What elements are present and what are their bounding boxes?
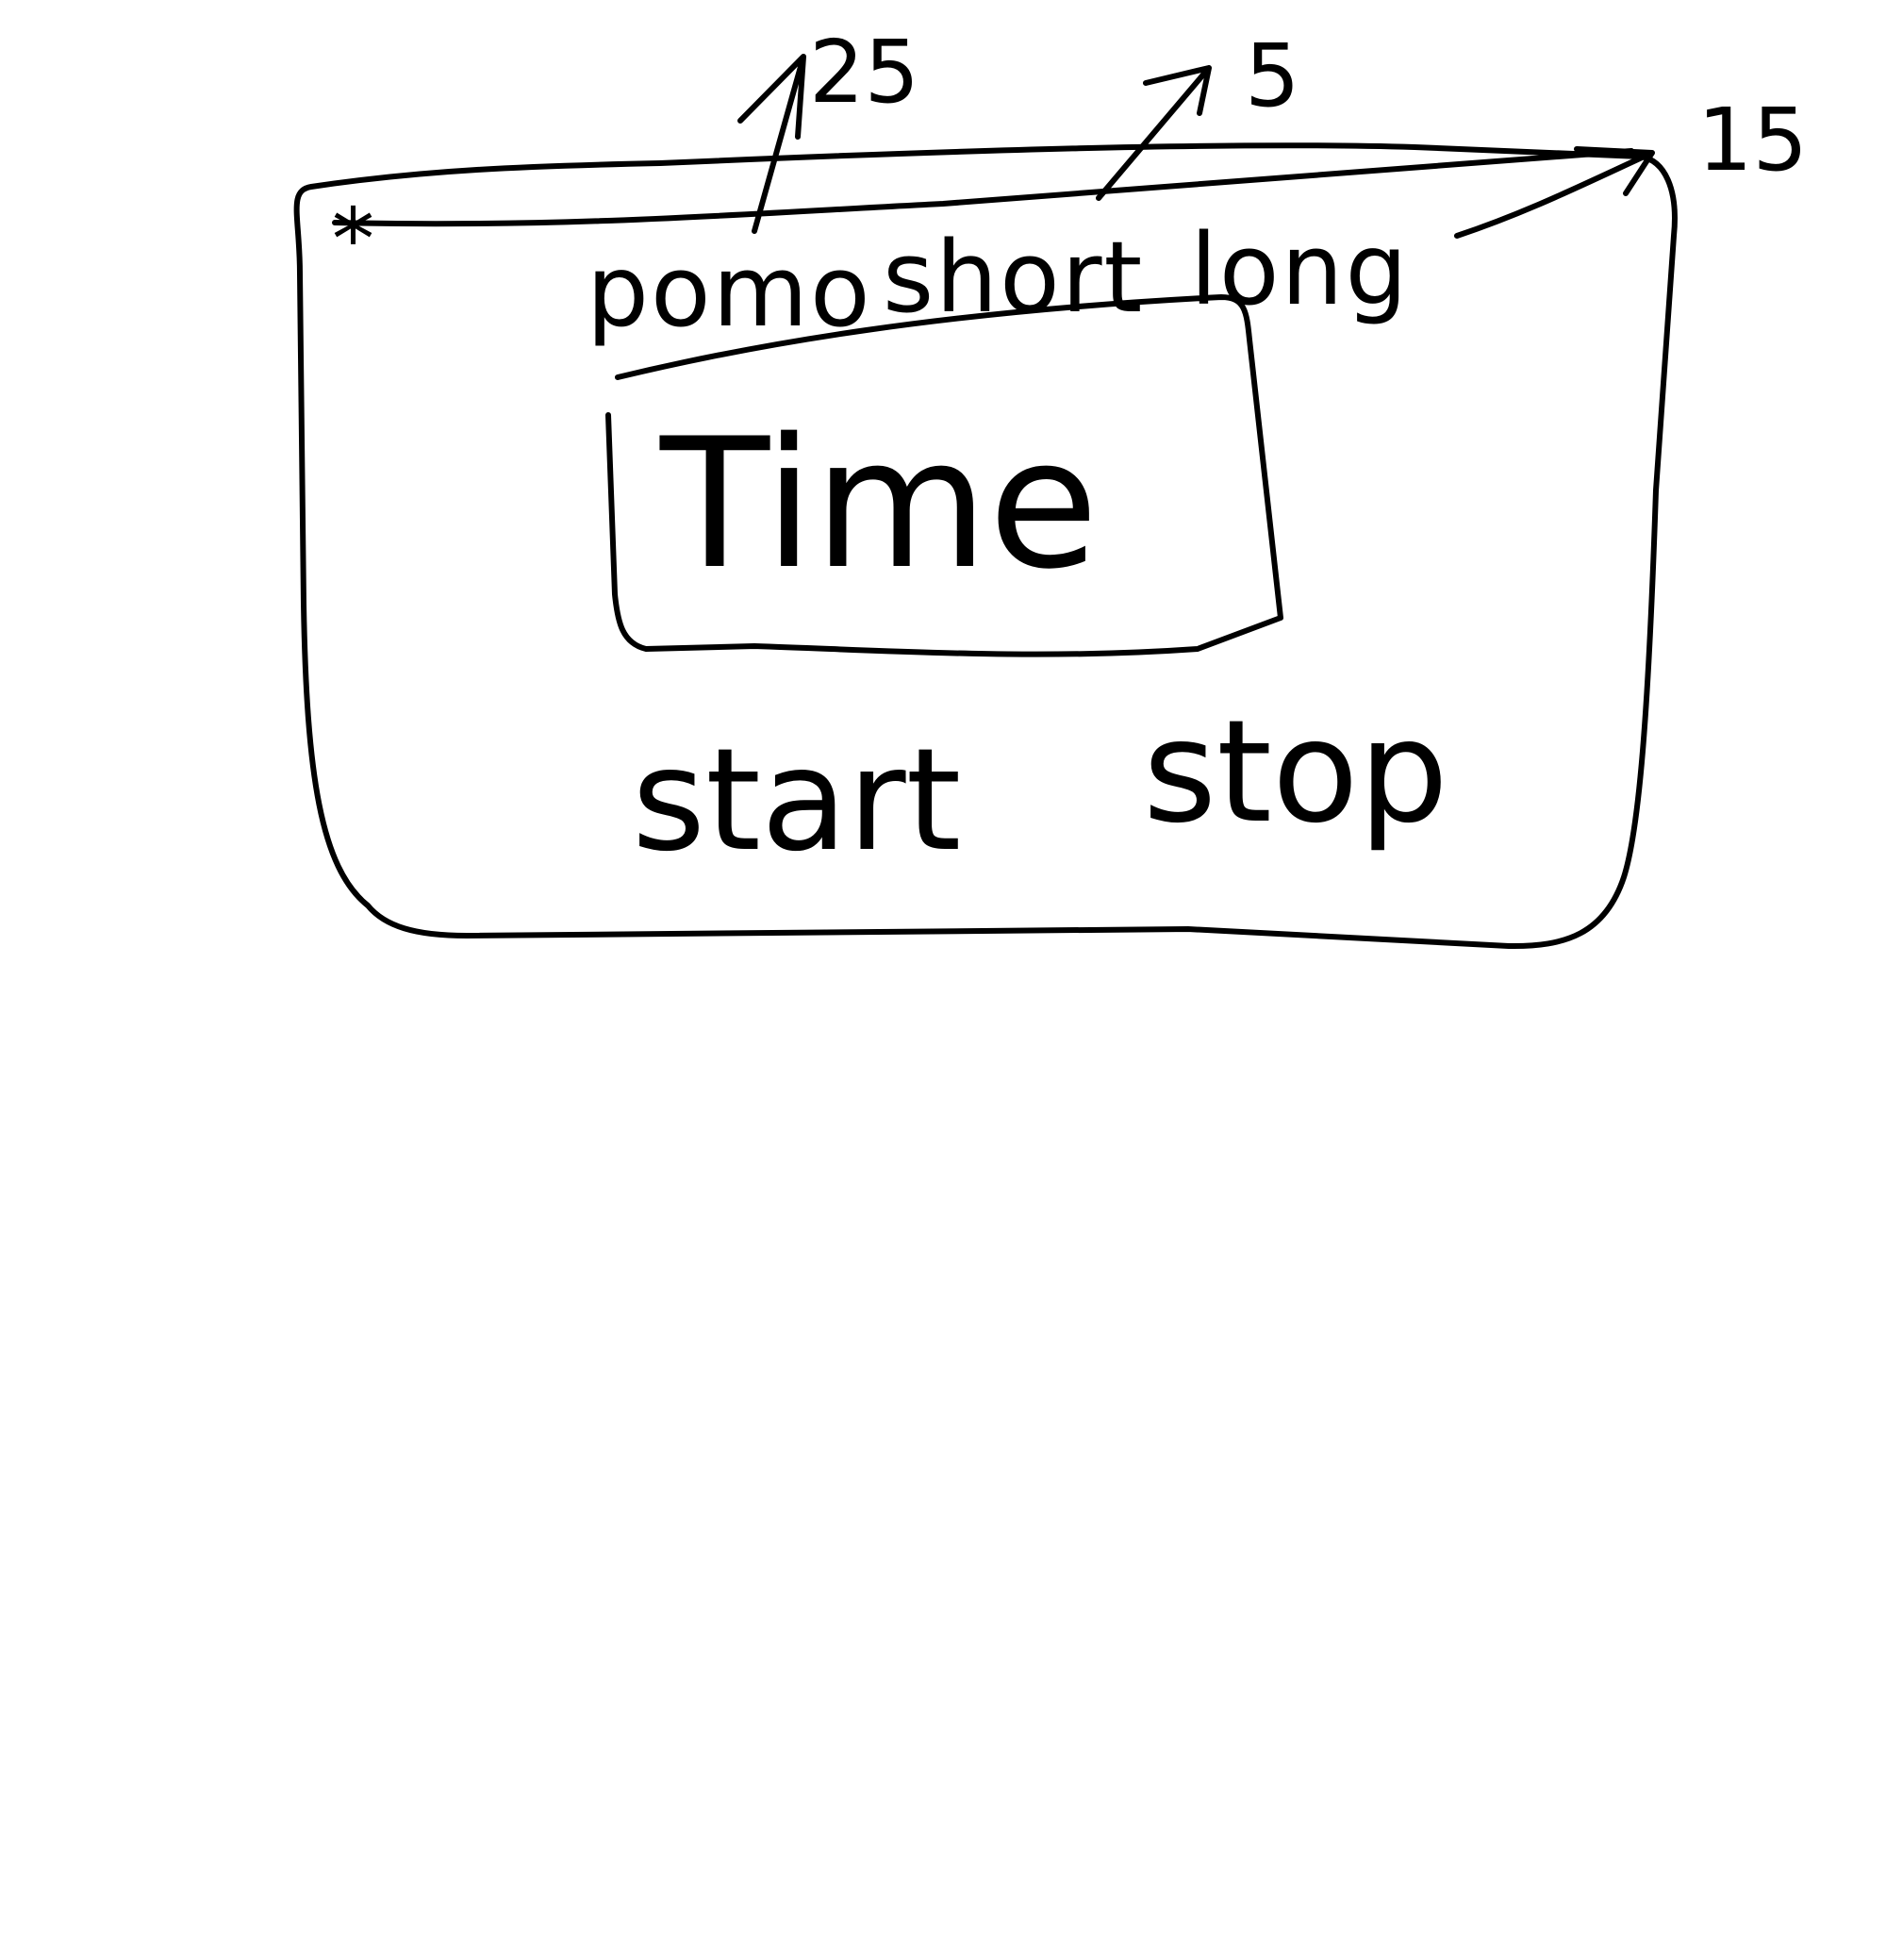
- tab-long-label[interactable]: long: [1190, 212, 1409, 327]
- stop-button-label[interactable]: stop: [1143, 690, 1448, 855]
- tab-long[interactable]: long: [1190, 212, 1409, 327]
- annotation-pomo-duration: 25: [809, 22, 919, 123]
- annotation-arrow-pomo: [737, 54, 806, 234]
- title-bar-line: [332, 148, 1634, 227]
- tab-pomo-label[interactable]: pomo: [587, 234, 872, 349]
- annotation-long-duration: 15: [1697, 90, 1808, 191]
- close-button[interactable]: *: [332, 191, 374, 290]
- tab-pomo[interactable]: pomo: [587, 234, 872, 349]
- timer-wireframe: * pomo 25 short 5 long 15 Time start sto…: [293, 22, 1808, 950]
- stop-button[interactable]: stop: [1143, 690, 1448, 855]
- start-button-label[interactable]: start: [632, 719, 961, 883]
- start-button[interactable]: start: [632, 719, 961, 883]
- tab-short[interactable]: short: [883, 220, 1144, 335]
- annotation-arrow-short: [1096, 65, 1212, 201]
- close-icon[interactable]: *: [332, 191, 374, 290]
- tab-short-label[interactable]: short: [883, 220, 1144, 335]
- annotation-short-duration: 5: [1245, 25, 1300, 126]
- timer-display: Time: [659, 400, 1099, 608]
